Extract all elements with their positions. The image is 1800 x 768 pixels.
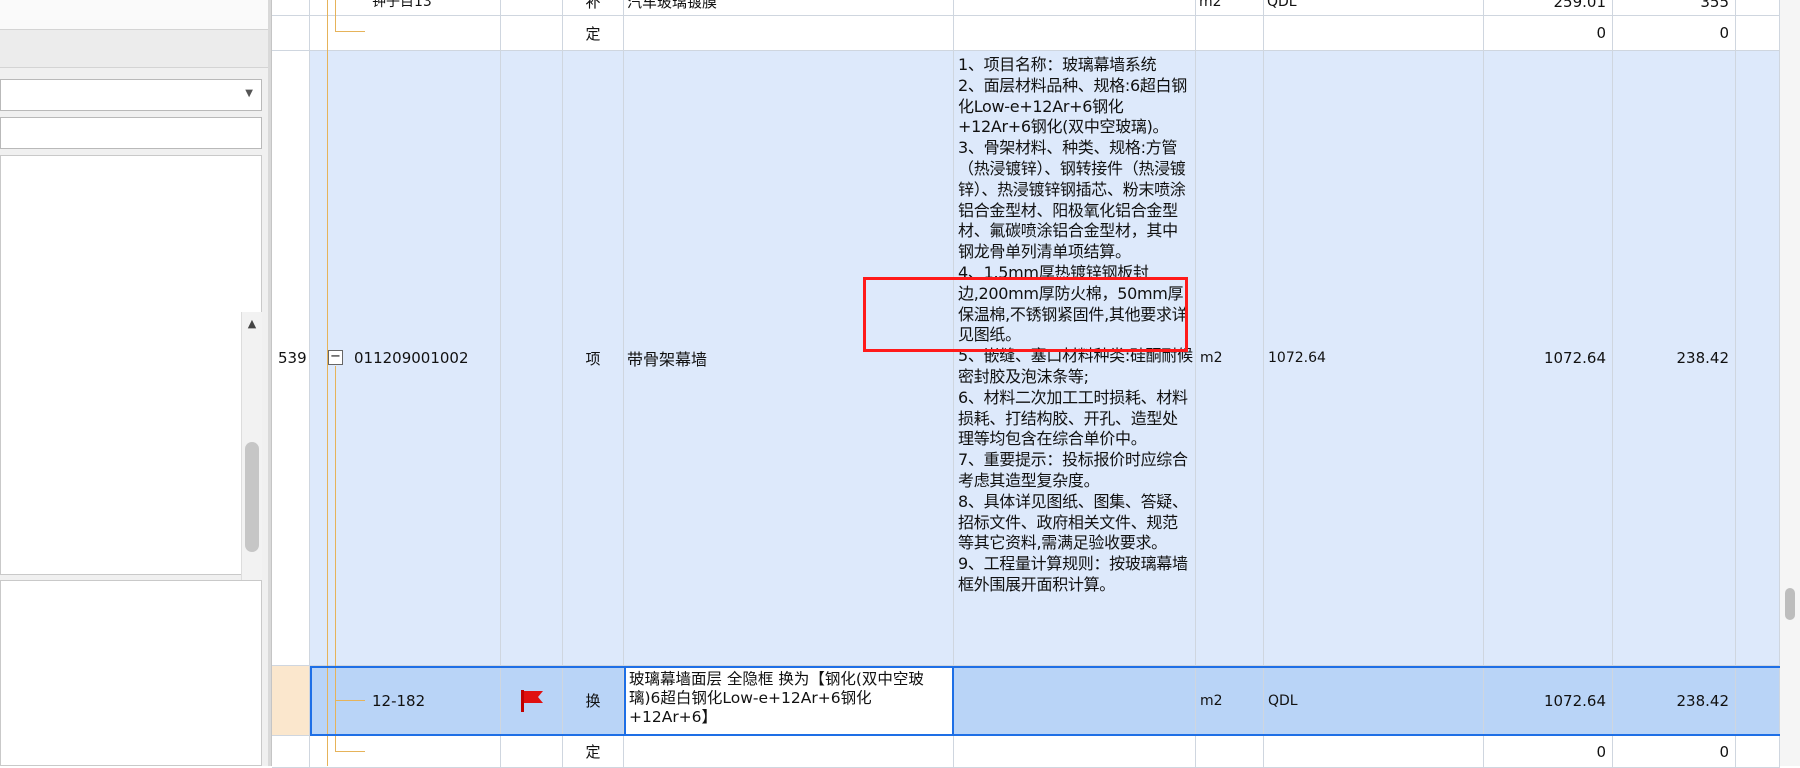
minus-box-icon[interactable]: − (328, 350, 343, 365)
row-number: 539 (278, 349, 307, 367)
selected-row-outline (310, 666, 1800, 736)
desc-line-9: 9、工程量计算规则：按玻璃幕墙框外围展开面积计算。 (958, 554, 1188, 594)
qty-expr-cell[interactable]: QDL (1264, 0, 1484, 16)
unit-cell[interactable] (1196, 736, 1264, 768)
detail-panel (0, 580, 262, 766)
name-cell[interactable]: 汽车玻璃镀膜 (624, 0, 954, 16)
desc-cell[interactable] (954, 16, 1196, 51)
type-text: 项 (585, 349, 601, 368)
unit-text: m2 (1200, 350, 1223, 366)
name-text: 带骨架幕墙 (627, 350, 708, 369)
price-text: 238.42 (1676, 349, 1730, 367)
scroll-thumb[interactable] (245, 442, 259, 552)
qty-text: 1072.64 (1543, 349, 1606, 367)
tree-line (335, 751, 365, 752)
tree-line (335, 0, 336, 32)
qty-expr-text: 1072.64 (1268, 350, 1326, 366)
price-cell[interactable]: 0 (1613, 736, 1736, 768)
scroll-thumb[interactable] (1785, 588, 1795, 620)
desc-line-7: 7、重要提示：投标报价时应综合考虑其造型复杂度。 (958, 450, 1188, 490)
extra-cell (1736, 736, 1780, 768)
type-cell[interactable]: 定 (563, 16, 624, 51)
price-cell[interactable]: 238.42 (1613, 51, 1736, 666)
unit-cell[interactable]: m2 (1196, 0, 1264, 16)
name-cell[interactable] (624, 16, 954, 51)
price-cell[interactable]: 0 (1613, 16, 1736, 51)
desc-line-6: 6、材料二次加工工时损耗、材料损耗、打结构胶、开孔、造型处理等均包含在综合单价中… (958, 387, 1188, 449)
qty-cell[interactable]: 1072.64 (1484, 51, 1613, 666)
qty-cell[interactable]: 259.01 (1484, 0, 1613, 16)
qty-cell[interactable]: 0 (1484, 736, 1613, 768)
left-list[interactable]: ▲ ▼ (0, 155, 262, 730)
qty-expr-text: QDL (1267, 0, 1297, 10)
qty-expr-cell[interactable] (1264, 16, 1484, 51)
desc-cell[interactable] (954, 736, 1196, 768)
desc-line-2: 2、面层材料品种、规格:6超白钢化Low-e+12Ar+6钢化+12Ar+6钢化… (958, 75, 1187, 137)
tree-line (327, 0, 328, 766)
price-text: 0 (1719, 24, 1729, 42)
name-text: 汽车玻璃镀膜 (627, 0, 718, 11)
left-panel-toolbar (0, 0, 268, 30)
desc-line-8: 8、具体详见图纸、图集、答疑、招标文件、政府相关文件、规范等其它资料,需满足验收… (958, 491, 1188, 553)
qty-text: 259.01 (1553, 0, 1607, 11)
search-input[interactable] (0, 117, 262, 149)
annotation-highlight (863, 277, 1188, 352)
grid-scrollbar[interactable] (1780, 0, 1800, 766)
tree-line (335, 31, 365, 32)
qty-expr-cell[interactable]: 1072.64 (1264, 51, 1484, 666)
chevron-down-icon[interactable]: ▼ (245, 88, 253, 99)
type-text: 定 (585, 24, 601, 43)
desc-line-3: 3、骨架材料、种类、规格:方管（热浸镀锌）、钢转接件（热浸镀锌）、热浸镀锌钢插芯… (958, 138, 1186, 262)
price-text: 355 (1700, 0, 1729, 11)
row-number-cell (272, 0, 310, 16)
left-panel: ▼ ▲ ▼ (0, 0, 272, 766)
type-cell[interactable]: 补 (563, 0, 624, 16)
flag-cell (501, 51, 563, 666)
code-cell[interactable]: 钟子目13 (310, 0, 501, 16)
scroll-up-icon[interactable]: ▲ (242, 314, 262, 334)
flag-cell (501, 0, 563, 16)
code-text: 011209001002 (354, 349, 469, 367)
type-text: 定 (585, 743, 601, 761)
price-text: 0 (1719, 742, 1729, 761)
desc-cell[interactable]: 1、项目名称：玻璃幕墙系统 2、面层材料品种、规格:6超白钢化Low-e+12A… (954, 51, 1196, 666)
qty-expr-cell[interactable] (1264, 736, 1484, 768)
desc-cell[interactable] (954, 0, 1196, 16)
code-cell[interactable] (310, 736, 501, 768)
extra-cell (1736, 16, 1780, 51)
type-text: 补 (585, 0, 601, 11)
extra-cell (1736, 51, 1780, 666)
row-number-cell (272, 16, 310, 51)
name-cell[interactable] (624, 736, 954, 768)
type-cell[interactable]: 定 (563, 736, 624, 768)
extra-cell (1736, 0, 1780, 16)
unit-cell[interactable] (1196, 16, 1264, 51)
unit-cell[interactable]: m2 (1196, 51, 1264, 666)
row-number-cell (272, 666, 310, 736)
desc-line-5: 5、嵌缝、塞口材料种类:硅酮耐候密封胶及泡沫条等; (958, 346, 1193, 386)
code-cell[interactable] (310, 16, 501, 51)
filter-dropdown[interactable]: ▼ (0, 79, 262, 111)
qty-text: 0 (1596, 742, 1606, 761)
flag-cell (501, 736, 563, 768)
qty-text: 0 (1596, 24, 1606, 42)
price-cell[interactable]: 355 (1613, 0, 1736, 16)
name-cell[interactable]: 带骨架幕墙 (624, 51, 954, 666)
code-text: 钟子目13 (372, 0, 432, 10)
flag-cell (501, 16, 563, 51)
bill-grid: 钟子目13 补 汽车玻璃镀膜 m2 QDL 259.01 355 定 0 0 5… (272, 0, 1800, 768)
desc-line-1: 1、项目名称：玻璃幕墙系统 (958, 55, 1157, 74)
row-number-cell: 539 (272, 51, 310, 666)
unit-text: m2 (1199, 0, 1222, 10)
qty-cell[interactable]: 0 (1484, 16, 1613, 51)
type-cell[interactable]: 项 (563, 51, 624, 666)
left-panel-header (0, 30, 268, 68)
row-number-cell (272, 736, 310, 768)
